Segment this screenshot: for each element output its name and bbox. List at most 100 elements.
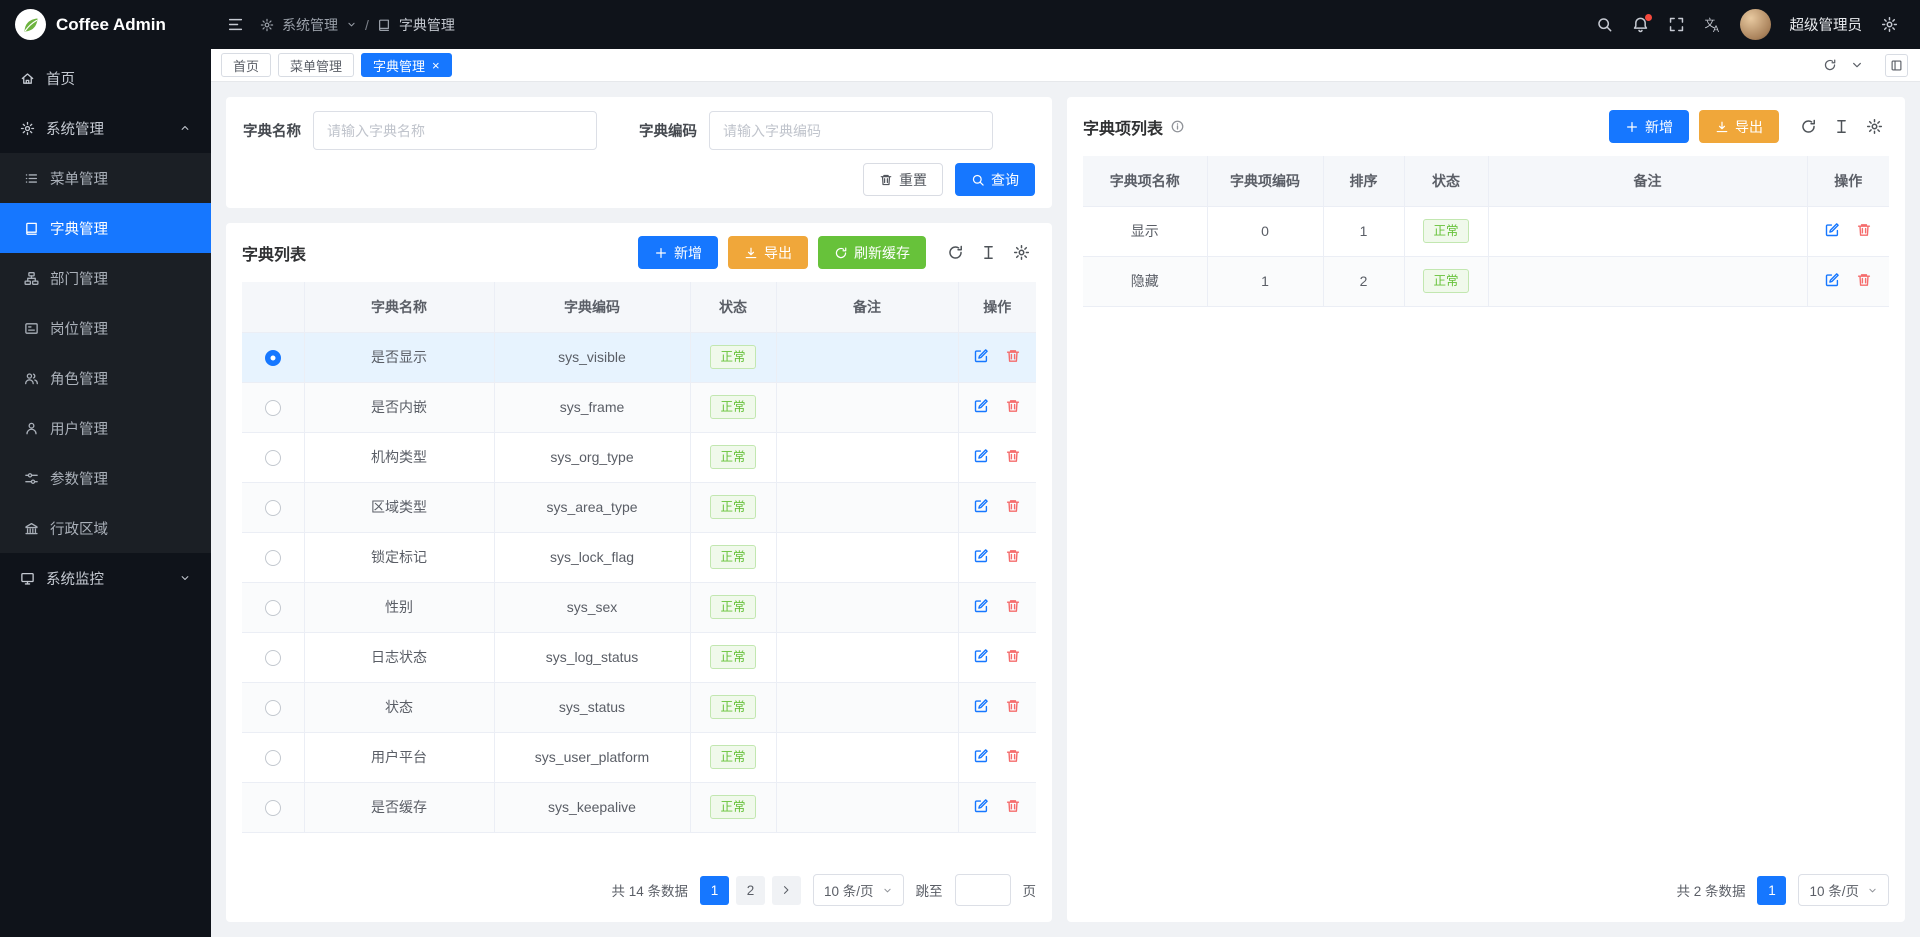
export-dict-item-button[interactable]: 导出 bbox=[1699, 110, 1779, 143]
edit-icon[interactable] bbox=[1824, 272, 1840, 288]
sidebar-item-post[interactable]: 岗位管理 bbox=[0, 303, 211, 353]
layout-toggle-icon[interactable] bbox=[1885, 54, 1908, 77]
delete-icon[interactable] bbox=[1005, 698, 1021, 714]
edit-icon[interactable] bbox=[973, 448, 989, 464]
row-radio[interactable] bbox=[265, 800, 281, 816]
edit-icon[interactable] bbox=[973, 698, 989, 714]
add-dict-button[interactable]: 新增 bbox=[638, 236, 718, 269]
dict-row[interactable]: 是否显示sys_visible正常 bbox=[242, 332, 1036, 382]
row-radio[interactable] bbox=[265, 400, 281, 416]
dict-row[interactable]: 用户平台sys_user_platform正常 bbox=[242, 732, 1036, 782]
sidebar-group-monitor[interactable]: 系统监控 bbox=[0, 553, 211, 603]
items-page-size-select[interactable]: 10 条/页 bbox=[1798, 874, 1889, 906]
sidebar-item-user[interactable]: 用户管理 bbox=[0, 403, 211, 453]
table-settings-gear-icon[interactable] bbox=[1859, 112, 1889, 142]
row-radio[interactable] bbox=[265, 500, 281, 516]
fullscreen-icon[interactable] bbox=[1668, 16, 1685, 33]
sidebar-item-home[interactable]: 首页 bbox=[0, 53, 211, 103]
dict-row[interactable]: 日志状态sys_log_status正常 bbox=[242, 632, 1036, 682]
row-radio[interactable] bbox=[265, 550, 281, 566]
translate-icon[interactable]: 文A bbox=[1704, 16, 1721, 33]
page-button-2[interactable]: 2 bbox=[736, 876, 765, 905]
delete-icon[interactable] bbox=[1005, 748, 1021, 764]
delete-icon[interactable] bbox=[1856, 272, 1872, 288]
delete-icon[interactable] bbox=[1005, 598, 1021, 614]
sidebar-group-system[interactable]: 系统管理 bbox=[0, 103, 211, 153]
add-dict-item-button[interactable]: 新增 bbox=[1609, 110, 1689, 143]
dict-code-cell: sys_area_type bbox=[494, 482, 690, 532]
edit-icon[interactable] bbox=[973, 498, 989, 514]
edit-icon[interactable] bbox=[973, 748, 989, 764]
edit-icon[interactable] bbox=[973, 548, 989, 564]
sidebar-item-role[interactable]: 角色管理 bbox=[0, 353, 211, 403]
query-button[interactable]: 查询 bbox=[955, 163, 1035, 196]
delete-icon[interactable] bbox=[1005, 398, 1021, 414]
edit-icon[interactable] bbox=[973, 798, 989, 814]
refresh-table-icon[interactable] bbox=[1793, 112, 1823, 142]
user-avatar[interactable] bbox=[1740, 9, 1771, 40]
row-radio[interactable] bbox=[265, 650, 281, 666]
notifications-bell-icon[interactable] bbox=[1632, 16, 1649, 33]
edit-icon[interactable] bbox=[973, 648, 989, 664]
refresh-cache-button[interactable]: 刷新缓存 bbox=[818, 236, 926, 269]
refresh-table-icon[interactable] bbox=[940, 238, 970, 268]
collapse-sidebar-icon[interactable] bbox=[227, 16, 244, 33]
tab-0[interactable]: 首页 bbox=[221, 53, 271, 77]
page-button-1[interactable]: 1 bbox=[700, 876, 729, 905]
row-radio[interactable] bbox=[265, 350, 281, 366]
next-page-button[interactable] bbox=[772, 876, 801, 905]
home-icon bbox=[20, 71, 35, 86]
delete-icon[interactable] bbox=[1005, 448, 1021, 464]
delete-icon[interactable] bbox=[1005, 798, 1021, 814]
delete-icon[interactable] bbox=[1005, 548, 1021, 564]
edit-icon[interactable] bbox=[973, 348, 989, 364]
edit-icon[interactable] bbox=[973, 598, 989, 614]
export-dict-button[interactable]: 导出 bbox=[728, 236, 808, 269]
dict-code-input[interactable] bbox=[709, 111, 993, 150]
row-radio[interactable] bbox=[265, 700, 281, 716]
table-settings-gear-icon[interactable] bbox=[1006, 238, 1036, 268]
dict-item-row[interactable]: 显示01正常 bbox=[1083, 206, 1889, 256]
tab-2[interactable]: 字典管理× bbox=[361, 53, 452, 77]
sidebar-item-region[interactable]: 行政区域 bbox=[0, 503, 211, 553]
dict-item-row[interactable]: 隐藏12正常 bbox=[1083, 256, 1889, 306]
dict-row[interactable]: 性别sys_sex正常 bbox=[242, 582, 1036, 632]
post-icon bbox=[24, 321, 39, 336]
row-radio[interactable] bbox=[265, 750, 281, 766]
edit-icon[interactable] bbox=[1824, 222, 1840, 238]
sidebar-item-dept[interactable]: 部门管理 bbox=[0, 253, 211, 303]
delete-icon[interactable] bbox=[1856, 222, 1872, 238]
column-settings-icon[interactable] bbox=[973, 238, 1003, 268]
tab-options-chevron-icon[interactable] bbox=[1850, 58, 1864, 72]
delete-icon[interactable] bbox=[1005, 648, 1021, 664]
settings-gear-icon[interactable] bbox=[1881, 16, 1898, 33]
app-logo[interactable]: Coffee Admin bbox=[0, 0, 211, 49]
dict-row[interactable]: 机构类型sys_org_type正常 bbox=[242, 432, 1036, 482]
dict-row[interactable]: 区域类型sys_area_type正常 bbox=[242, 482, 1036, 532]
page-button-1[interactable]: 1 bbox=[1757, 876, 1786, 905]
sidebar-item-param[interactable]: 参数管理 bbox=[0, 453, 211, 503]
reset-button[interactable]: 重置 bbox=[863, 163, 943, 196]
breadcrumb-dict-icon bbox=[377, 18, 391, 32]
sidebar-item-menu[interactable]: 菜单管理 bbox=[0, 153, 211, 203]
edit-icon[interactable] bbox=[973, 398, 989, 414]
dict-row[interactable]: 是否内嵌sys_frame正常 bbox=[242, 382, 1036, 432]
global-search-icon[interactable] bbox=[1596, 16, 1613, 33]
dict-row[interactable]: 状态sys_status正常 bbox=[242, 682, 1036, 732]
username[interactable]: 超级管理员 bbox=[1790, 14, 1863, 35]
dict-row[interactable]: 锁定标记sys_lock_flag正常 bbox=[242, 532, 1036, 582]
tab-close-icon[interactable]: × bbox=[432, 59, 440, 72]
dict-name-input[interactable] bbox=[313, 111, 597, 150]
delete-icon[interactable] bbox=[1005, 348, 1021, 364]
sidebar-item-dict[interactable]: 字典管理 bbox=[0, 203, 211, 253]
page-size-select[interactable]: 10 条/页 bbox=[813, 874, 904, 906]
row-radio[interactable] bbox=[265, 600, 281, 616]
refresh-page-icon[interactable] bbox=[1823, 58, 1837, 72]
row-radio[interactable] bbox=[265, 450, 281, 466]
tab-1[interactable]: 菜单管理 bbox=[278, 53, 354, 77]
delete-icon[interactable] bbox=[1005, 498, 1021, 514]
jump-page-input[interactable] bbox=[955, 874, 1011, 906]
column-settings-icon[interactable] bbox=[1826, 112, 1856, 142]
breadcrumb-root[interactable]: 系统管理 bbox=[282, 15, 338, 35]
dict-row[interactable]: 是否缓存sys_keepalive正常 bbox=[242, 782, 1036, 832]
